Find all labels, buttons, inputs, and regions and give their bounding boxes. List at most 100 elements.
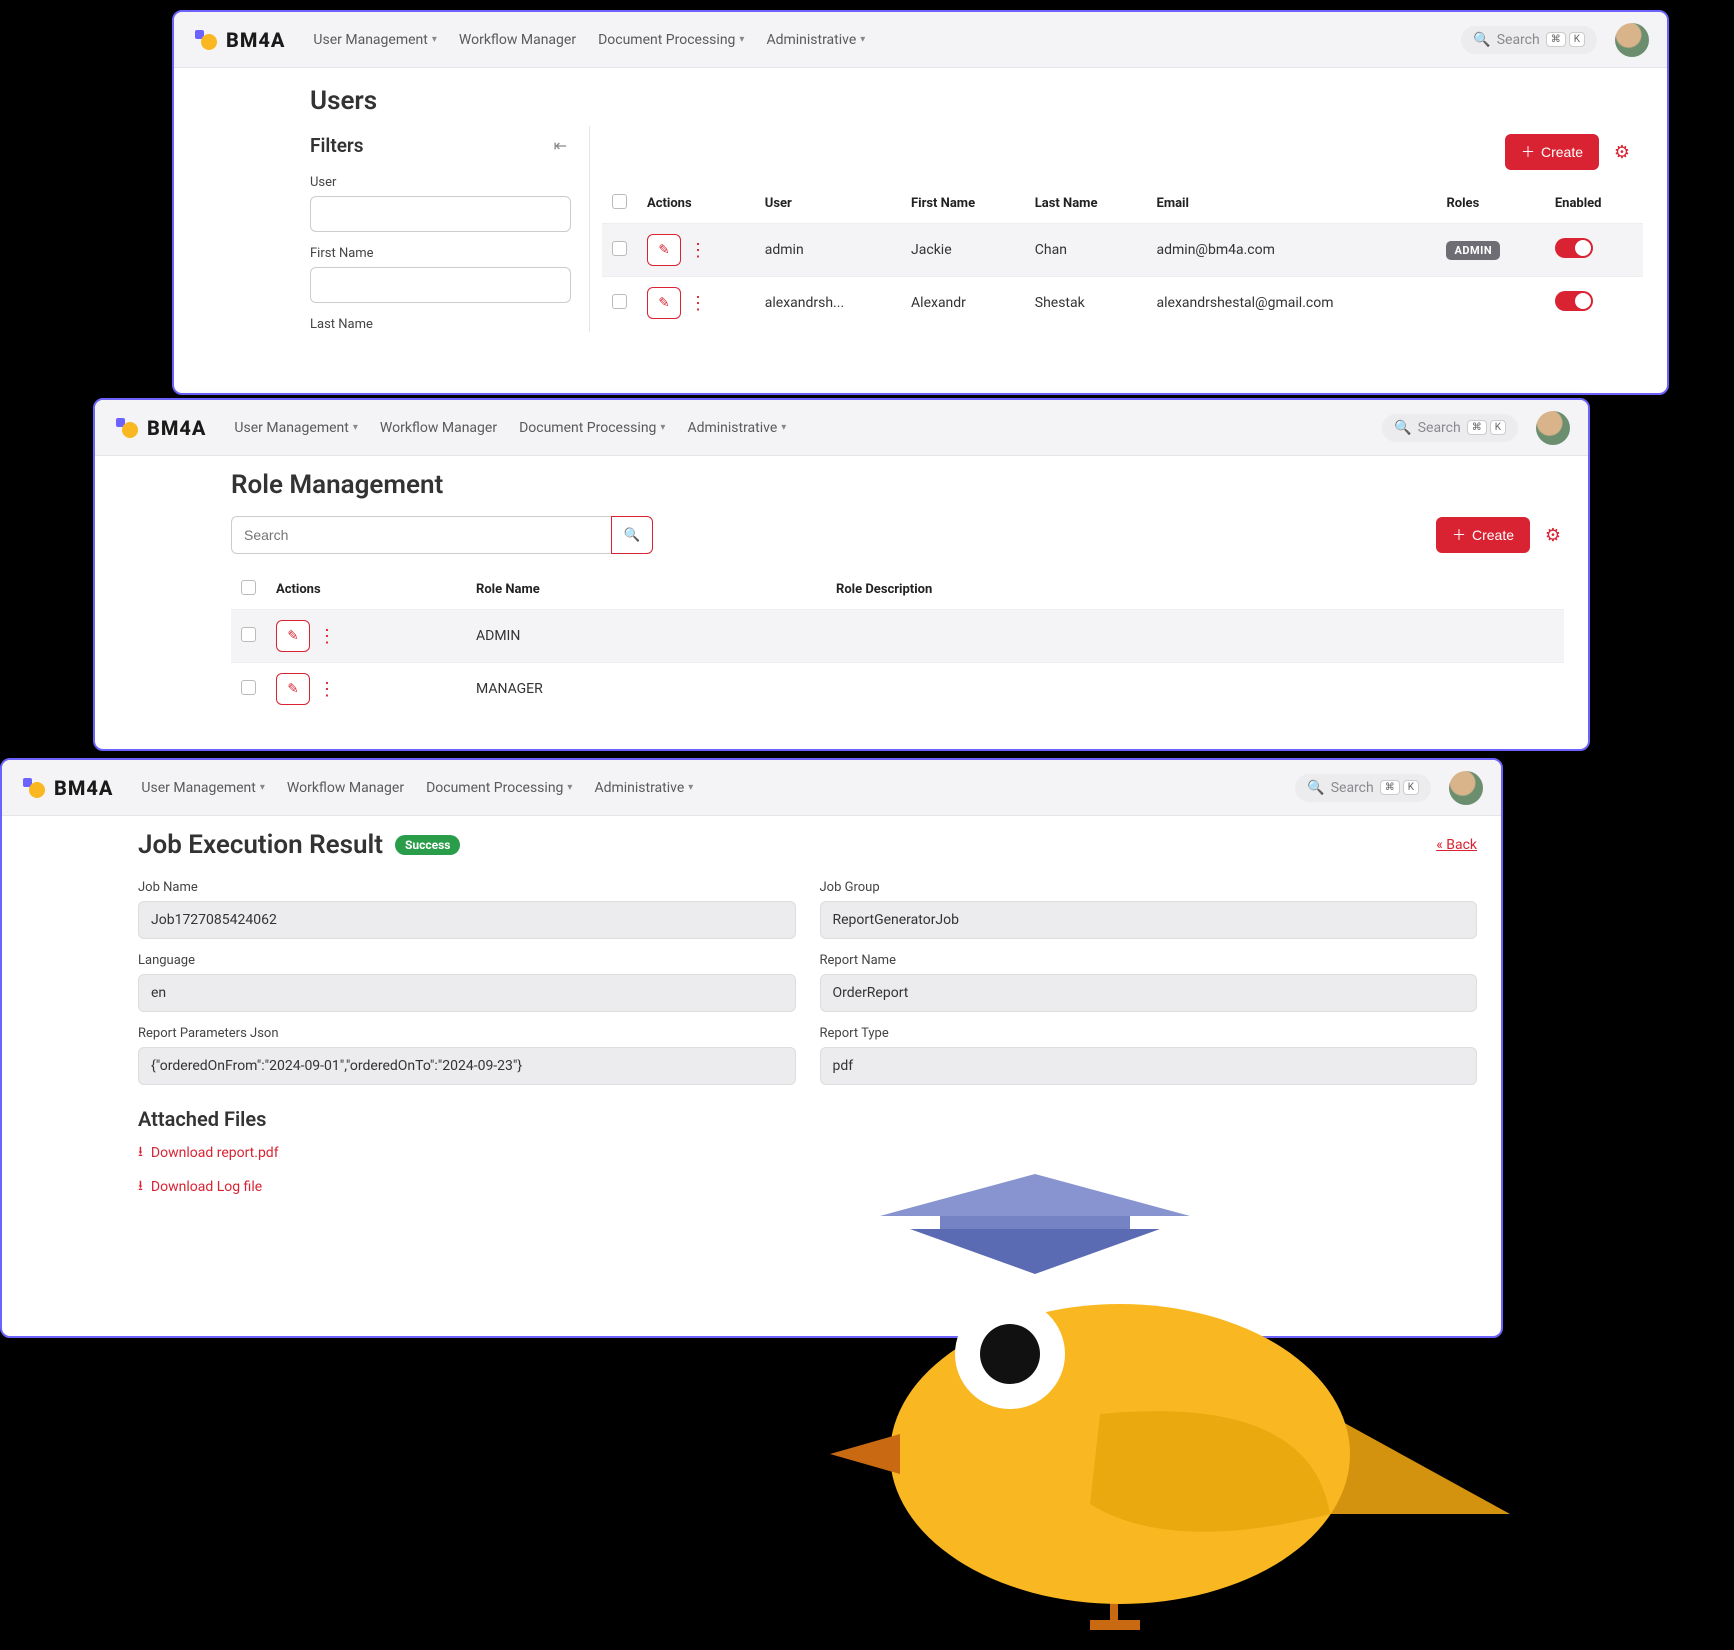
search-icon: 🔍	[1394, 420, 1411, 436]
edit-button[interactable]: ✎	[647, 234, 681, 266]
role-search-input[interactable]	[231, 516, 611, 554]
cell-user: admin	[755, 224, 901, 277]
window-roles: BM4A User Management▾ Workflow Manager D…	[93, 398, 1590, 751]
search-shortcut: ⌘K	[1546, 32, 1585, 47]
chevron-down-icon: ▾	[660, 422, 665, 433]
download-icon: ⭳	[138, 1141, 143, 1165]
filter-user-label: User	[310, 175, 571, 190]
search-placeholder: Search	[1497, 32, 1540, 48]
window-users: BM4A User Management▾ Workflow Manager D…	[172, 10, 1669, 395]
filter-lastname-label: Last Name	[310, 317, 571, 332]
table-row[interactable]: ✎ ⋮ MANAGER	[231, 663, 1564, 716]
download-log-label: Download Log file	[151, 1179, 262, 1195]
col-enabled: Enabled	[1545, 184, 1643, 224]
table-row[interactable]: ✎ ⋮ admin Jackie Chan admin@bm4a.com ADM…	[602, 224, 1643, 277]
global-search[interactable]: 🔍 Search ⌘K	[1461, 26, 1597, 54]
status-badge: Success	[395, 835, 460, 855]
cell-first: Jackie	[901, 224, 1025, 277]
nav-administrative[interactable]: Administrative▾	[766, 32, 865, 48]
gear-icon[interactable]: ⚙	[1611, 141, 1633, 163]
avatar[interactable]	[1449, 771, 1483, 805]
plus-icon: ＋	[1521, 142, 1535, 162]
collapse-filters-icon[interactable]: ⇤	[554, 136, 567, 155]
page-title: Job Execution Result	[138, 830, 383, 860]
roles-content: Role Management 🔍 ＋ Create ⚙ Actions Rol…	[95, 456, 1588, 729]
nav-user-management[interactable]: User Management▾	[234, 420, 357, 436]
brand: BM4A	[113, 415, 206, 441]
chevron-down-icon: ▾	[567, 782, 572, 793]
brand-logo-icon	[113, 415, 139, 441]
brand: BM4A	[20, 775, 113, 801]
select-all-checkbox[interactable]	[241, 580, 256, 595]
role-search-bar: 🔍	[231, 516, 653, 554]
chevron-down-icon: ▾	[688, 782, 693, 793]
edit-button[interactable]: ✎	[276, 673, 310, 705]
nav-user-management[interactable]: User Management▾	[313, 32, 436, 48]
download-report-link[interactable]: ⭳ Download report.pdf	[138, 1141, 1477, 1165]
col-roles: Roles	[1436, 184, 1544, 224]
search-placeholder: Search	[1418, 420, 1461, 436]
nav-administrative[interactable]: Administrative▾	[594, 780, 693, 796]
table-row[interactable]: ✎ ⋮ ADMIN	[231, 610, 1564, 663]
more-actions-icon[interactable]: ⋮	[689, 240, 707, 261]
cell-user: alexandrsh...	[755, 277, 901, 330]
nav-workflow-manager[interactable]: Workflow Manager	[380, 420, 497, 436]
edit-button[interactable]: ✎	[647, 287, 681, 319]
row-checkbox[interactable]	[612, 294, 627, 309]
row-checkbox[interactable]	[612, 241, 627, 256]
search-placeholder: Search	[1331, 780, 1374, 796]
reportname-label: Report Name	[820, 953, 1478, 968]
filters-panel: Filters ⇤ User First Name Last Name	[310, 126, 590, 332]
nav-workflow-manager[interactable]: Workflow Manager	[459, 32, 576, 48]
jobname-value: Job1727085424062	[138, 901, 796, 939]
create-button[interactable]: ＋ Create	[1505, 134, 1599, 170]
gear-icon[interactable]: ⚙	[1542, 524, 1564, 546]
cell-first: Alexandr	[901, 277, 1025, 330]
edit-button[interactable]: ✎	[276, 620, 310, 652]
users-main: ＋ Create ⚙ Actions User First Name Last …	[590, 126, 1643, 332]
more-actions-icon[interactable]: ⋮	[318, 626, 336, 647]
nav-document-processing[interactable]: Document Processing▾	[426, 780, 572, 796]
nav-user-management[interactable]: User Management▾	[141, 780, 264, 796]
filter-firstname-input[interactable]	[310, 267, 571, 303]
create-button-label: Create	[1541, 144, 1583, 160]
language-value: en	[138, 974, 796, 1012]
plus-icon: ＋	[1452, 525, 1466, 545]
cell-email: admin@bm4a.com	[1147, 224, 1437, 277]
avatar[interactable]	[1536, 411, 1570, 445]
select-all-checkbox[interactable]	[612, 194, 627, 209]
brand-logo-icon	[20, 775, 46, 801]
filter-user-input[interactable]	[310, 196, 571, 232]
table-row[interactable]: ✎ ⋮ alexandrsh... Alexandr Shestak alexa…	[602, 277, 1643, 330]
col-actions: Actions	[266, 570, 466, 610]
create-button[interactable]: ＋ Create	[1436, 517, 1530, 553]
job-form: Job Name Job1727085424062 Job Group Repo…	[138, 874, 1477, 1085]
cell-role-desc	[826, 610, 1564, 663]
avatar[interactable]	[1615, 23, 1649, 57]
nav-document-processing[interactable]: Document Processing▾	[519, 420, 665, 436]
download-log-link[interactable]: ⭳ Download Log file	[138, 1175, 1477, 1199]
jobgroup-label: Job Group	[820, 880, 1478, 895]
more-actions-icon[interactable]: ⋮	[318, 679, 336, 700]
col-firstname: First Name	[901, 184, 1025, 224]
role-badge: ADMIN	[1446, 241, 1500, 260]
global-search[interactable]: 🔍 Search ⌘K	[1295, 774, 1431, 802]
filters-title: Filters	[310, 134, 364, 157]
enabled-toggle[interactable]	[1555, 238, 1593, 258]
topbar: BM4A User Management▾ Workflow Manager D…	[2, 760, 1501, 816]
col-role-desc: Role Description	[826, 570, 1564, 610]
row-checkbox[interactable]	[241, 627, 256, 642]
row-checkbox[interactable]	[241, 680, 256, 695]
more-actions-icon[interactable]: ⋮	[689, 293, 707, 314]
download-report-label: Download report.pdf	[151, 1145, 279, 1161]
global-search[interactable]: 🔍 Search ⌘K	[1382, 414, 1518, 442]
params-label: Report Parameters Json	[138, 1026, 796, 1041]
nav-document-processing[interactable]: Document Processing▾	[598, 32, 744, 48]
enabled-toggle[interactable]	[1555, 291, 1593, 311]
pencil-icon: ✎	[287, 681, 298, 697]
nav-workflow-manager[interactable]: Workflow Manager	[287, 780, 404, 796]
role-search-button[interactable]: 🔍	[611, 516, 653, 554]
nav-administrative[interactable]: Administrative▾	[687, 420, 786, 436]
brand: BM4A	[192, 27, 285, 53]
back-link[interactable]: « Back	[1436, 837, 1477, 853]
